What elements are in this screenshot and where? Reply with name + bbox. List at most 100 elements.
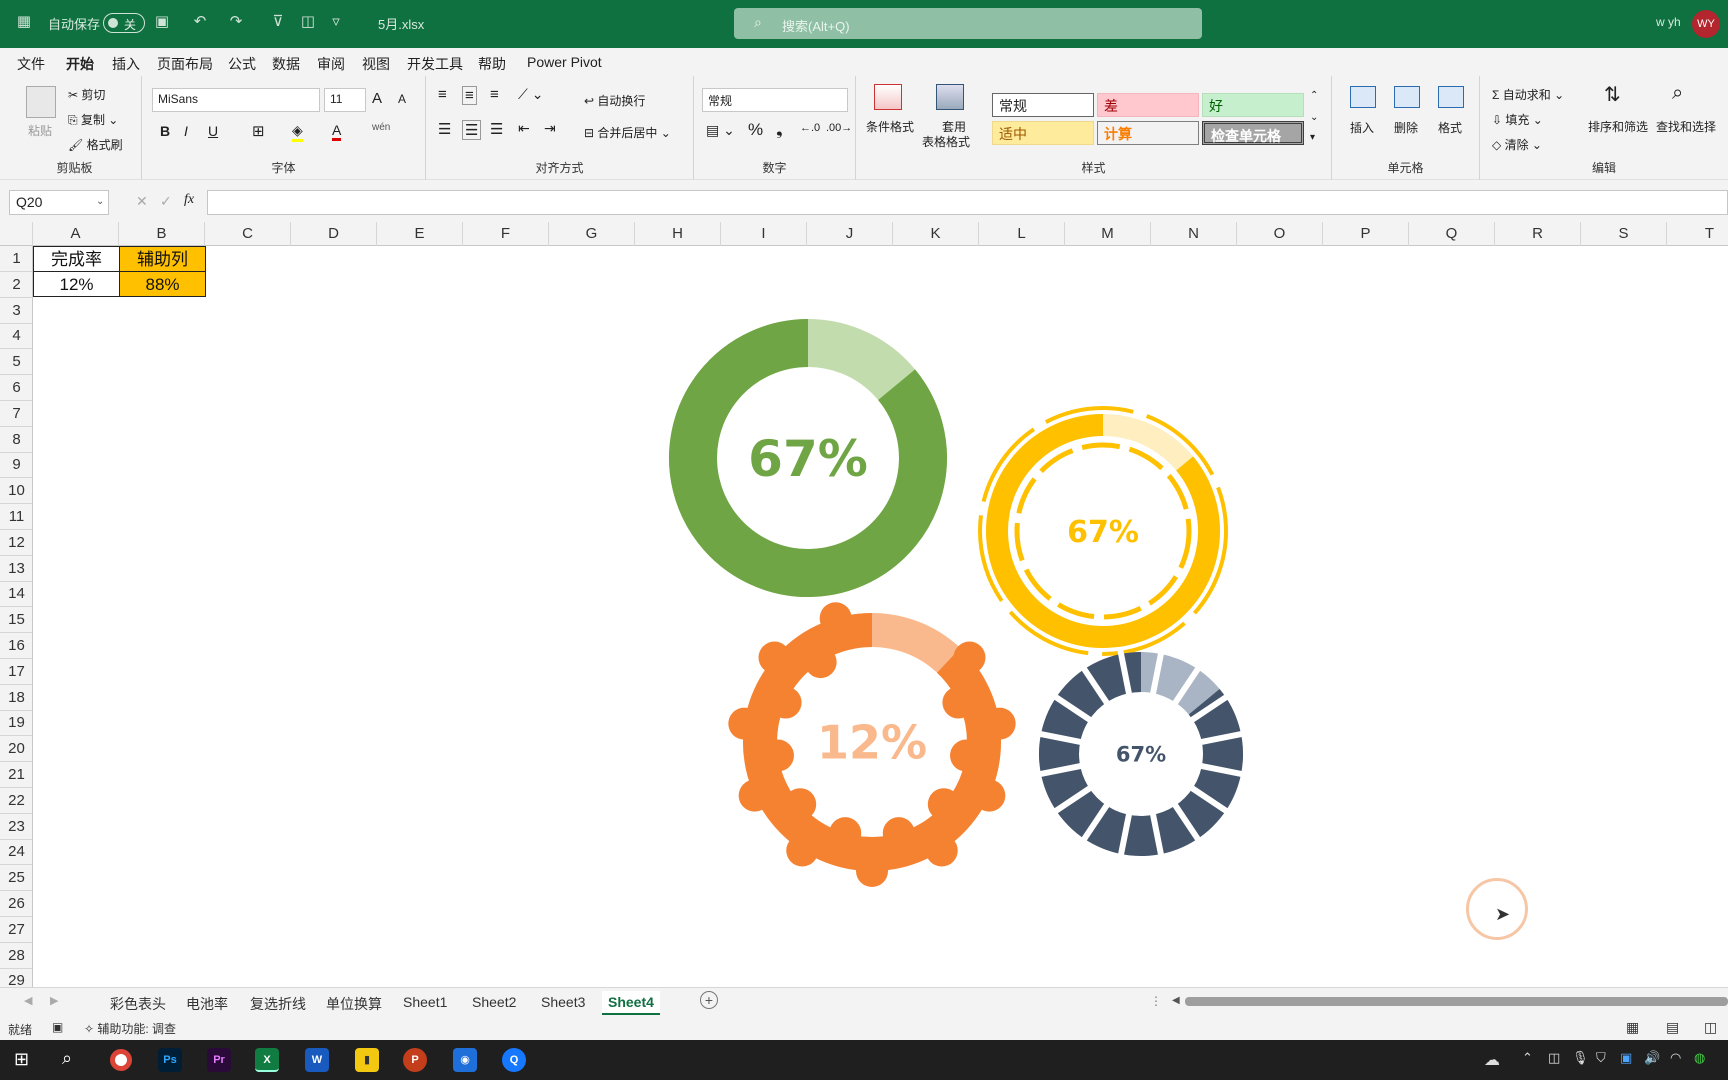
column-header-c[interactable]: C [205,222,291,246]
accessibility-button[interactable]: ✧ 辅助功能: 调查 [84,1020,176,1037]
tab-page-layout[interactable]: 页面布局 [157,54,213,74]
row-header-13[interactable]: 13 [0,556,32,582]
row-header-16[interactable]: 16 [0,633,32,659]
format-painter-button[interactable]: 🖌 格式刷 [68,136,123,153]
align-right-icon[interactable]: ☰ [490,120,503,138]
delete-cells-icon[interactable] [1394,86,1420,108]
font-name-select[interactable]: MiSans [152,88,320,112]
align-bottom-icon[interactable]: ≡ [490,86,499,103]
wrap-text-button[interactable]: ↩ 自动换行 [584,92,645,109]
decrease-decimal-icon[interactable]: .00→ [826,122,852,134]
normal-view-icon[interactable]: ▦ [1626,1019,1639,1036]
powerpoint-icon[interactable]: P [403,1048,427,1072]
tab-help[interactable]: 帮助 [478,54,506,74]
wechat-icon[interactable]: ◍ [1694,1050,1705,1066]
tab-review[interactable]: 审阅 [317,54,345,74]
insert-function-button[interactable]: fx [184,192,194,208]
customize-qat-icon[interactable]: ▿ [326,12,346,32]
clear-button[interactable]: ◇ 清除 ⌄ [1492,136,1542,153]
paste-button[interactable]: 粘贴 [28,122,52,139]
decrease-indent-icon[interactable]: ⇤ [518,120,530,137]
row-header-3[interactable]: 3 [0,298,32,324]
insert-cells-icon[interactable] [1350,86,1376,108]
align-center-icon[interactable]: ☰ [462,120,482,140]
row-header-20[interactable]: 20 [0,736,32,763]
font-color-icon[interactable]: A [332,122,342,141]
delete-cells-button[interactable]: 删除 [1394,119,1418,136]
row-header-28[interactable]: 28 [0,943,32,969]
undo-icon[interactable]: ↶ [190,12,210,32]
styles-scroll-down-icon[interactable]: ⌄ [1310,112,1318,123]
column-header-n[interactable]: N [1151,222,1237,246]
shrink-font-button[interactable]: A [398,92,406,106]
column-header-b[interactable]: B [119,222,205,246]
sheet-tab-battery[interactable]: 电池率 [186,994,228,1014]
tab-developer[interactable]: 开发工具 [407,54,463,74]
file-name[interactable]: 5月.xlsx [378,14,424,33]
tab-insert[interactable]: 插入 [112,54,140,74]
styles-scroll-up-icon[interactable]: ⌃ [1310,90,1318,101]
row-header-26[interactable]: 26 [0,891,32,917]
tab-scroll-left-icon[interactable]: ◀ [24,994,32,1007]
row-header-29[interactable]: 29 [0,968,32,987]
name-box[interactable]: Q20 [9,190,109,215]
paste-icon[interactable] [26,86,56,118]
style-check-cell[interactable]: 检查单元格 [1202,121,1304,145]
powerbi-icon[interactable]: ▮ [355,1048,379,1072]
cut-button[interactable]: ✂ 剪切 [68,86,105,103]
row-header-24[interactable]: 24 [0,839,32,866]
style-normal[interactable]: 常规 [992,93,1094,117]
column-header-o[interactable]: O [1237,222,1323,246]
tray-expand-icon[interactable]: ⌃ [1522,1050,1533,1066]
bold-button[interactable]: B [160,123,170,139]
fill-color-icon[interactable]: ◈ [292,122,303,142]
column-header-j[interactable]: J [807,222,893,246]
word-icon[interactable]: W [305,1048,329,1072]
table-format-line2[interactable]: 表格格式 [922,133,970,150]
sheet-tab-sheet1[interactable]: Sheet1 [403,994,447,1010]
cloud-icon[interactable]: ☁ [1484,1050,1500,1070]
row-header-11[interactable]: 11 [0,504,32,530]
hscroll-left-icon[interactable]: ◀ [1172,995,1180,1006]
table-format-icon[interactable] [936,84,964,110]
row-header-22[interactable]: 22 [0,788,32,814]
horizontal-scrollbar[interactable] [1185,997,1728,1006]
avatar[interactable]: WY [1692,10,1720,38]
phonetic-button[interactable]: wén [372,122,390,133]
column-header-g[interactable]: G [549,222,635,246]
format-cells-icon[interactable] [1438,86,1464,108]
style-calculation[interactable]: 计算 [1097,121,1199,145]
style-neutral[interactable]: 适中 [992,121,1094,145]
column-header-i[interactable]: I [721,222,807,246]
add-sheet-icon[interactable]: + [700,991,718,1009]
copy-button[interactable]: ⎘ 复制 ⌄ [68,111,118,128]
number-format-select[interactable]: 常规 [702,88,848,112]
row-header-2[interactable]: 2 [0,272,32,298]
tab-view[interactable]: 视图 [362,54,390,74]
row-header-10[interactable]: 10 [0,478,32,505]
fill-button[interactable]: ⇩ 填充 ⌄ [1492,111,1543,128]
row-header-9[interactable]: 9 [0,452,32,479]
row-header-1[interactable]: 1 [0,246,32,272]
cancel-icon[interactable]: ✕ [136,193,148,210]
find-select-icon[interactable]: ⌕ [1672,82,1683,105]
select-all-corner[interactable] [0,222,33,246]
row-header-7[interactable]: 7 [0,401,32,427]
increase-indent-icon[interactable]: ⇥ [544,120,556,137]
accounting-icon[interactable]: ▤ ⌄ [706,122,735,139]
row-header-18[interactable]: 18 [0,685,32,711]
column-header-f[interactable]: F [463,222,549,246]
tab-scroll-right-icon[interactable]: ▶ [50,994,58,1007]
microphone-icon[interactable]: 🎙 [1572,1050,1589,1066]
camera-icon[interactable]: ◫ [298,12,318,32]
conditional-format-button[interactable]: 条件格式 [866,118,914,135]
row-header-14[interactable]: 14 [0,581,32,608]
excel-taskbar-icon[interactable]: X [255,1048,279,1072]
premiere-icon[interactable]: Pr [207,1048,231,1072]
styles-more-icon[interactable]: ▾ [1310,132,1315,143]
page-layout-view-icon[interactable]: ▤ [1666,1019,1679,1036]
tray-camera-icon[interactable]: ◫ [1548,1050,1560,1066]
row-header-8[interactable]: 8 [0,427,32,453]
italic-button[interactable]: I [184,123,188,139]
style-bad[interactable]: 差 [1097,93,1199,117]
